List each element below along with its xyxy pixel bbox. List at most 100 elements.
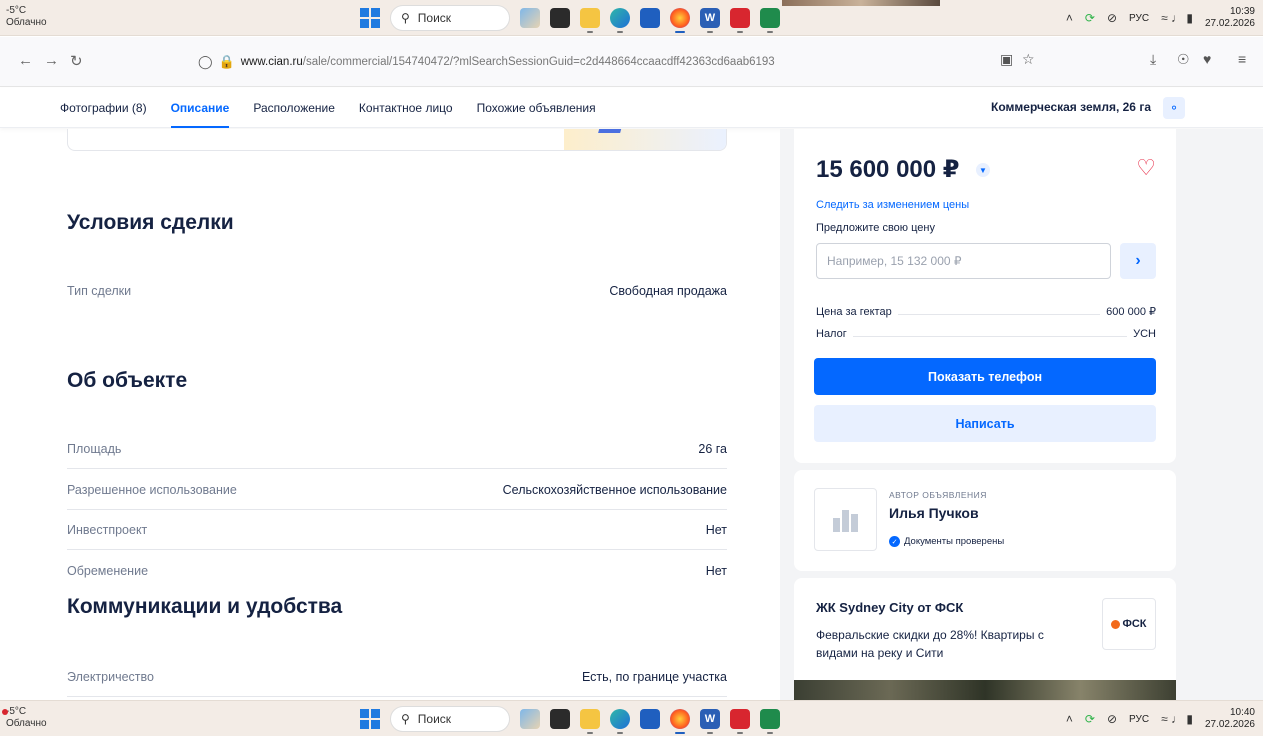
- encumbrance-value: Нет: [705, 564, 727, 578]
- taskbar-top: -5°C Облачно ⚲ Поиск W ˄ ⟳ ⊘ РУС ≈ ♩ ▮ 1…: [0, 0, 1263, 36]
- price-per-ha-value: 600 000 ₽: [1106, 306, 1156, 318]
- write-message-button[interactable]: Написать: [814, 405, 1156, 442]
- account-icon[interactable]: ☉: [1177, 51, 1190, 68]
- store-app-icon-bottom[interactable]: [640, 709, 660, 729]
- clock-time-bottom: 10:40: [1229, 707, 1255, 718]
- windows-start-icon[interactable]: [360, 8, 380, 28]
- address-bar[interactable]: ◯ 🔒 www.cian.ru/sale/commercial/15474047…: [198, 50, 958, 74]
- taskbar-search[interactable]: ⚲ Поиск: [390, 5, 510, 31]
- share-button[interactable]: ⚬: [1163, 97, 1185, 119]
- desktop-wallpaper-strip: [782, 0, 940, 6]
- wifi-sound-battery-icon[interactable]: ≈ ♩ ▮: [1161, 11, 1193, 25]
- listing-details: Условия сделки Тип сделки Свободная прод…: [0, 129, 780, 699]
- offer-price-input[interactable]: [816, 243, 1111, 279]
- store-app-icon[interactable]: [640, 8, 660, 28]
- offer-submit-button[interactable]: ›: [1120, 243, 1156, 279]
- windows-start-icon-bottom[interactable]: [360, 709, 380, 729]
- tab-location[interactable]: Расположение: [253, 88, 335, 128]
- word-icon[interactable]: W: [700, 8, 720, 33]
- chevron-up-icon[interactable]: ˄: [1066, 11, 1073, 25]
- sync-icon-bottom[interactable]: ⟳: [1085, 712, 1095, 726]
- tab-description[interactable]: Описание: [170, 88, 229, 128]
- shield-icon[interactable]: ◯: [198, 54, 213, 70]
- deal-type-row: Тип сделки Свободная продажа: [67, 271, 727, 311]
- back-arrow-icon[interactable]: ←: [18, 52, 33, 69]
- author-verified-text: Документы проверены: [904, 536, 1005, 547]
- investproject-label: Инвестпроект: [67, 522, 148, 537]
- pdf-reader-icon[interactable]: [730, 8, 750, 33]
- clock-bottom[interactable]: 10:40 27.02.2026: [1205, 707, 1255, 731]
- excel-icon-bottom[interactable]: [760, 709, 780, 734]
- area-row: Площадь 26 га: [67, 429, 727, 469]
- area-label: Площадь: [67, 441, 122, 456]
- tab-contact[interactable]: Контактное лицо: [359, 88, 453, 128]
- edge-browser-icon[interactable]: [610, 8, 630, 33]
- firefox-icon[interactable]: [670, 8, 690, 33]
- task-view-icon-bottom[interactable]: [550, 709, 570, 729]
- url-path: /sale/commercial/154740472/?mlSearchSess…: [302, 56, 775, 68]
- listing-tabs: Фотографии (8) Описание Расположение Кон…: [60, 88, 596, 128]
- weather-desc: Облачно: [6, 17, 47, 28]
- follow-price-link[interactable]: Следить за изменением цены: [816, 199, 969, 211]
- tax-value: УСН: [1133, 328, 1156, 340]
- tax-row: Налог УСН: [816, 326, 1156, 340]
- task-view-icon[interactable]: [550, 8, 570, 28]
- word-icon-bottom[interactable]: W: [700, 709, 720, 734]
- sync-icon[interactable]: ⟳: [1085, 11, 1095, 25]
- url-domain: www.cian.ru: [240, 56, 303, 68]
- reload-icon[interactable]: ↻: [70, 52, 83, 70]
- excel-icon[interactable]: [760, 8, 780, 33]
- download-icon[interactable]: ⤓: [1150, 51, 1156, 68]
- favorite-heart-icon[interactable]: ♡: [1136, 155, 1156, 181]
- location-off-icon-bottom[interactable]: ⊘: [1107, 712, 1117, 726]
- weather-widget[interactable]: -5°C Облачно: [6, 5, 47, 29]
- author-card[interactable]: АВТОР ОБЪЯВЛЕНИЯ Илья Пучков ✓ Документы…: [794, 470, 1176, 571]
- price-card: 15 600 000 ₽ ▼ ♡ Следить за изменением ц…: [794, 129, 1176, 463]
- extensions-icon[interactable]: ♥: [1203, 51, 1211, 67]
- listing-summary: Коммерческая земля, 26 га: [991, 100, 1151, 114]
- tab-similar[interactable]: Похожие объявления: [477, 88, 596, 128]
- tab-photos[interactable]: Фотографии (8): [60, 88, 147, 128]
- author-name[interactable]: Илья Пучков: [889, 505, 979, 521]
- encumbrance-row: Обременение Нет: [67, 551, 727, 591]
- bookmark-star-icon[interactable]: ☆: [1022, 51, 1035, 68]
- offer-price-label: Предложите свою цену: [816, 222, 935, 234]
- deal-type-label: Тип сделки: [67, 284, 132, 298]
- pdf-reader-icon-bottom[interactable]: [730, 709, 750, 734]
- listing-nav: Фотографии (8) Описание Расположение Кон…: [0, 88, 1263, 128]
- forward-arrow-icon[interactable]: →: [44, 52, 59, 69]
- widgets-app-icon-bottom[interactable]: [520, 709, 540, 729]
- file-explorer-icon[interactable]: [580, 8, 600, 33]
- taskbar-search-bottom[interactable]: ⚲ Поиск: [390, 706, 510, 732]
- location-off-icon[interactable]: ⊘: [1107, 11, 1117, 25]
- price-per-ha-label: Цена за гектар: [816, 306, 892, 318]
- fsk-logo-icon: [1111, 619, 1121, 629]
- author-caption: АВТОР ОБЪЯВЛЕНИЯ: [889, 490, 987, 500]
- weather-widget-bottom[interactable]: -5°C Облачно: [2, 706, 47, 730]
- widgets-app-icon[interactable]: [520, 8, 540, 28]
- lock-icon[interactable]: 🔒: [219, 54, 235, 70]
- firefox-icon-bottom[interactable]: [670, 709, 690, 734]
- menu-icon[interactable]: ≡: [1238, 51, 1246, 67]
- reader-view-icon[interactable]: ▣: [1000, 51, 1013, 68]
- permitted-use-value: Сельскохозяйственное использование: [502, 482, 727, 497]
- permitted-use-label: Разрешенное использование: [67, 482, 237, 497]
- communications-section-title: Коммуникации и удобства: [67, 595, 343, 618]
- show-phone-button[interactable]: Показать телефон: [814, 358, 1156, 395]
- file-explorer-icon-bottom[interactable]: [580, 709, 600, 734]
- investproject-row: Инвестпроект Нет: [67, 510, 727, 550]
- ad-card[interactable]: ЖК Sydney City от ФСК Февральские скидки…: [794, 578, 1176, 700]
- ad-logo: ФСК: [1102, 598, 1156, 650]
- chevron-up-icon-bottom[interactable]: ˄: [1066, 712, 1073, 726]
- deal-section-title: Условия сделки: [67, 211, 234, 234]
- language-indicator-bottom[interactable]: РУС: [1129, 714, 1149, 725]
- deal-type-value: Свободная продажа: [609, 284, 727, 298]
- clock[interactable]: 10:39 27.02.2026: [1205, 6, 1255, 30]
- ad-title[interactable]: ЖК Sydney City от ФСК: [816, 600, 963, 615]
- sound-battery-icon-bottom[interactable]: ≈ ♩ ▮: [1161, 712, 1193, 726]
- language-indicator[interactable]: РУС: [1129, 13, 1149, 24]
- edge-browser-icon-bottom[interactable]: [610, 709, 630, 734]
- author-verified-badge: ✓ Документы проверены: [889, 536, 1004, 547]
- share-icon: ⚬: [1168, 101, 1180, 115]
- price-chevron-down-icon[interactable]: ▼: [976, 163, 990, 177]
